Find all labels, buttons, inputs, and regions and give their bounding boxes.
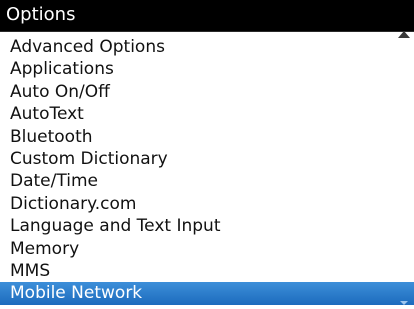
list-item-label: Auto On/Off: [10, 81, 110, 102]
options-list: Advanced Options Applications Auto On/Of…: [0, 36, 414, 305]
list-item-custom-dictionary[interactable]: Custom Dictionary: [0, 148, 414, 170]
list-item-bluetooth[interactable]: Bluetooth: [0, 126, 414, 148]
list-item-label: Mobile Network: [10, 283, 143, 304]
list-item-label: AutoText: [10, 104, 84, 125]
list-item-advanced-options[interactable]: Advanced Options: [0, 36, 414, 58]
list-item-applications[interactable]: Applications: [0, 58, 414, 80]
list-item-mms[interactable]: MMS: [0, 260, 414, 282]
list-item-label: Bluetooth: [10, 126, 93, 147]
list-item-dictionary-com[interactable]: Dictionary.com: [0, 193, 414, 215]
list-item-label: Language and Text Input: [10, 216, 221, 237]
list-item-mobile-network[interactable]: Mobile Network: [0, 282, 414, 305]
list-item-label: Advanced Options: [10, 37, 165, 57]
list-item-autotext[interactable]: AutoText: [0, 103, 414, 125]
list-item-language-and-text-input[interactable]: Language and Text Input: [0, 215, 414, 237]
list-item-memory[interactable]: Memory: [0, 238, 414, 260]
list-item-label: Applications: [10, 59, 114, 80]
list-item-label: MMS: [10, 260, 51, 281]
list-item-label: Date/Time: [10, 171, 98, 192]
options-screen: Options Advanced Options Applications Au…: [0, 0, 414, 309]
scroll-down-icon: [400, 301, 408, 305]
list-item-label: Custom Dictionary: [10, 148, 168, 169]
title-bar: Options: [0, 0, 414, 32]
list-item-date-time[interactable]: Date/Time: [0, 170, 414, 192]
screen-title: Options: [6, 4, 76, 25]
list-item-label: Dictionary.com: [10, 193, 137, 214]
list-item-label: Memory: [10, 238, 80, 259]
list-item-auto-on-off[interactable]: Auto On/Off: [0, 81, 414, 103]
